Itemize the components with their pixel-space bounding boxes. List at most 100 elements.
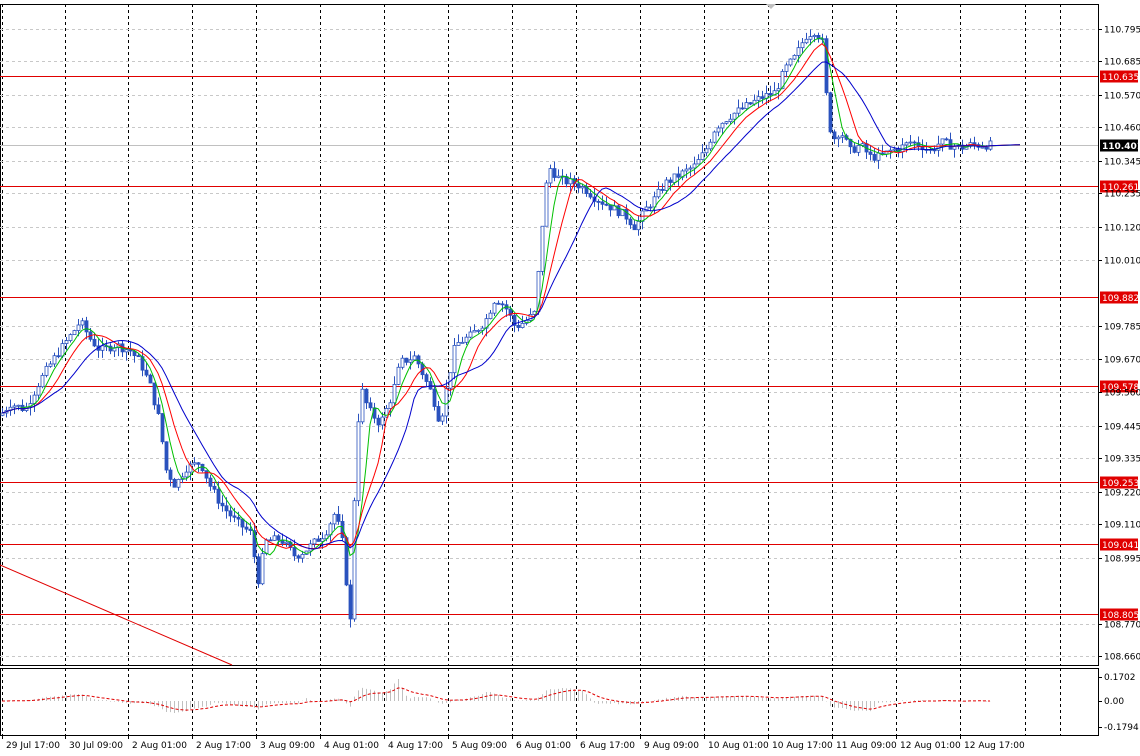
- candle-body: [636, 221, 641, 231]
- candle-body: [232, 515, 237, 518]
- candle-body: [208, 477, 213, 487]
- osc-signal-line: [2, 687, 991, 711]
- x-tick-label: 3 Aug 09:00: [260, 741, 315, 751]
- candle-body: [152, 382, 157, 406]
- candle-body: [836, 136, 841, 140]
- candle-body: [708, 141, 713, 150]
- candle-body: [840, 135, 845, 138]
- candle-body: [80, 320, 85, 326]
- candle-body: [528, 314, 533, 321]
- x-tick-label: 2 Aug 01:00: [132, 741, 187, 751]
- candle-body: [336, 513, 341, 522]
- candle-body: [980, 146, 985, 149]
- y-tick-label: 109.560: [1104, 389, 1140, 399]
- candle-body: [540, 225, 545, 272]
- candle-body: [892, 148, 897, 151]
- level-label: 109.253: [1102, 479, 1139, 489]
- osc-tick-label: 0.00: [1104, 697, 1124, 707]
- candle-body: [788, 58, 793, 66]
- candle-body: [668, 179, 673, 183]
- candle-body: [92, 338, 97, 347]
- candle-body: [716, 127, 721, 133]
- candle-body: [932, 149, 937, 152]
- osc-tick-label: 0.1702: [1104, 673, 1136, 683]
- osc-tick-label: -0.1794: [1104, 723, 1139, 733]
- level-label: 110.635: [1102, 73, 1139, 83]
- chart-canvas[interactable]: 110.635110.261109.882109.578109.253109.0…: [0, 0, 1140, 756]
- oscillator-panel: [2, 679, 991, 714]
- candle-body: [852, 146, 857, 153]
- candle-body: [388, 402, 393, 409]
- y-tick-label: 109.445: [1104, 423, 1140, 433]
- candle-body: [476, 329, 481, 332]
- candle-body: [600, 201, 605, 205]
- candle-body: [364, 388, 369, 404]
- level-label: 108.805: [1102, 611, 1139, 621]
- candle-body: [632, 224, 637, 231]
- candle-body: [760, 96, 765, 99]
- candle-body: [988, 140, 993, 150]
- candle-body: [704, 148, 709, 154]
- candle-body: [308, 543, 313, 552]
- candle-body: [240, 518, 245, 528]
- y-tick-label: 108.660: [1104, 653, 1140, 663]
- candle-body: [72, 330, 77, 336]
- candle-body: [220, 502, 225, 507]
- x-tick-label: 9 Aug 09:00: [644, 741, 699, 751]
- x-tick-label: 12 Aug 01:00: [900, 741, 961, 751]
- main-plot-frame: [0, 4, 1099, 666]
- candle-body: [236, 516, 241, 520]
- candle-body: [872, 154, 877, 161]
- x-tick-label: 10 Aug 01:00: [708, 741, 769, 751]
- candle-body: [272, 535, 277, 541]
- candle-body: [456, 342, 461, 346]
- horizontal-levels[interactable]: 110.635110.261109.882109.578109.253109.0…: [0, 70, 1139, 622]
- candle-body: [260, 553, 265, 585]
- candle-body: [808, 36, 813, 40]
- candle-body: [596, 200, 601, 203]
- candle-body: [380, 416, 385, 426]
- candle-body: [216, 488, 221, 504]
- candle-body: [736, 107, 741, 114]
- candle-body: [348, 584, 353, 620]
- y-tick-label: 108.770: [1104, 621, 1140, 631]
- y-tick-label: 108.995: [1104, 555, 1140, 565]
- candles: [0, 29, 993, 628]
- candle-body: [468, 331, 473, 338]
- candle-body: [740, 107, 745, 110]
- candle-body: [256, 556, 261, 585]
- y-tick-label: 110.120: [1104, 224, 1140, 234]
- candle-body: [684, 168, 689, 172]
- axes: 110.795 110.685 110.570 110.460 110.345 110.2…: [2, 4, 1140, 751]
- x-tick-label: 5 Aug 09:00: [452, 741, 507, 751]
- candle-body: [868, 151, 873, 155]
- candle-body: [624, 208, 629, 220]
- candle-body: [792, 55, 797, 60]
- candle-body: [556, 175, 561, 178]
- candle-body: [408, 359, 413, 363]
- candle-body: [728, 118, 733, 123]
- candle-body: [812, 35, 817, 38]
- candle-body: [588, 193, 593, 198]
- candle-body: [552, 168, 557, 178]
- candle-body: [164, 441, 169, 471]
- candle-body: [432, 388, 437, 407]
- candle-body: [52, 355, 57, 365]
- y-tick-label: 109.335: [1104, 455, 1140, 465]
- y-tick-label: 110.010: [1104, 257, 1140, 267]
- candle-body: [828, 92, 833, 133]
- grid: [0, 4, 1099, 736]
- candle-body: [160, 413, 165, 443]
- candle-body: [176, 479, 181, 488]
- candle-body: [396, 366, 401, 385]
- candle-body: [488, 312, 493, 320]
- candle-body: [404, 357, 409, 363]
- candle-body: [712, 131, 717, 143]
- y-tick-label: 109.220: [1104, 489, 1140, 499]
- candle-body: [368, 402, 373, 409]
- candle-body: [172, 478, 177, 488]
- forex-chart[interactable]: 110.635 110.261 109.882 109.578 109.253 109.0…: [0, 0, 1140, 756]
- candle-body: [856, 145, 861, 153]
- y-tick-label: 110.685: [1104, 58, 1140, 68]
- candle-body: [688, 167, 693, 170]
